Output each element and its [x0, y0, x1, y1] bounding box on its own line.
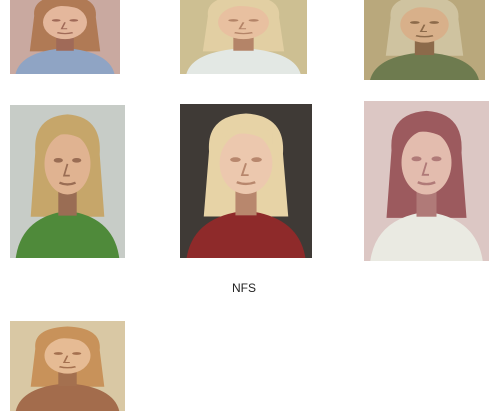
painting-thumbnail-7[interactable]	[10, 321, 125, 411]
portrait-image	[364, 101, 489, 261]
painting-thumbnail-6[interactable]	[364, 101, 489, 261]
painting-thumbnail-3[interactable]	[364, 0, 485, 80]
nfs-caption: NFS	[232, 281, 256, 295]
portrait-image	[364, 0, 485, 80]
painting-thumbnail-1[interactable]	[10, 0, 120, 74]
portrait-image	[180, 0, 307, 74]
portrait-image	[10, 0, 120, 74]
portrait-image	[10, 105, 125, 258]
painting-thumbnail-5[interactable]	[180, 104, 312, 258]
painting-thumbnail-4[interactable]	[10, 105, 125, 258]
portrait-image	[180, 104, 312, 258]
portrait-image	[10, 321, 125, 411]
painting-thumbnail-2[interactable]	[180, 0, 307, 74]
